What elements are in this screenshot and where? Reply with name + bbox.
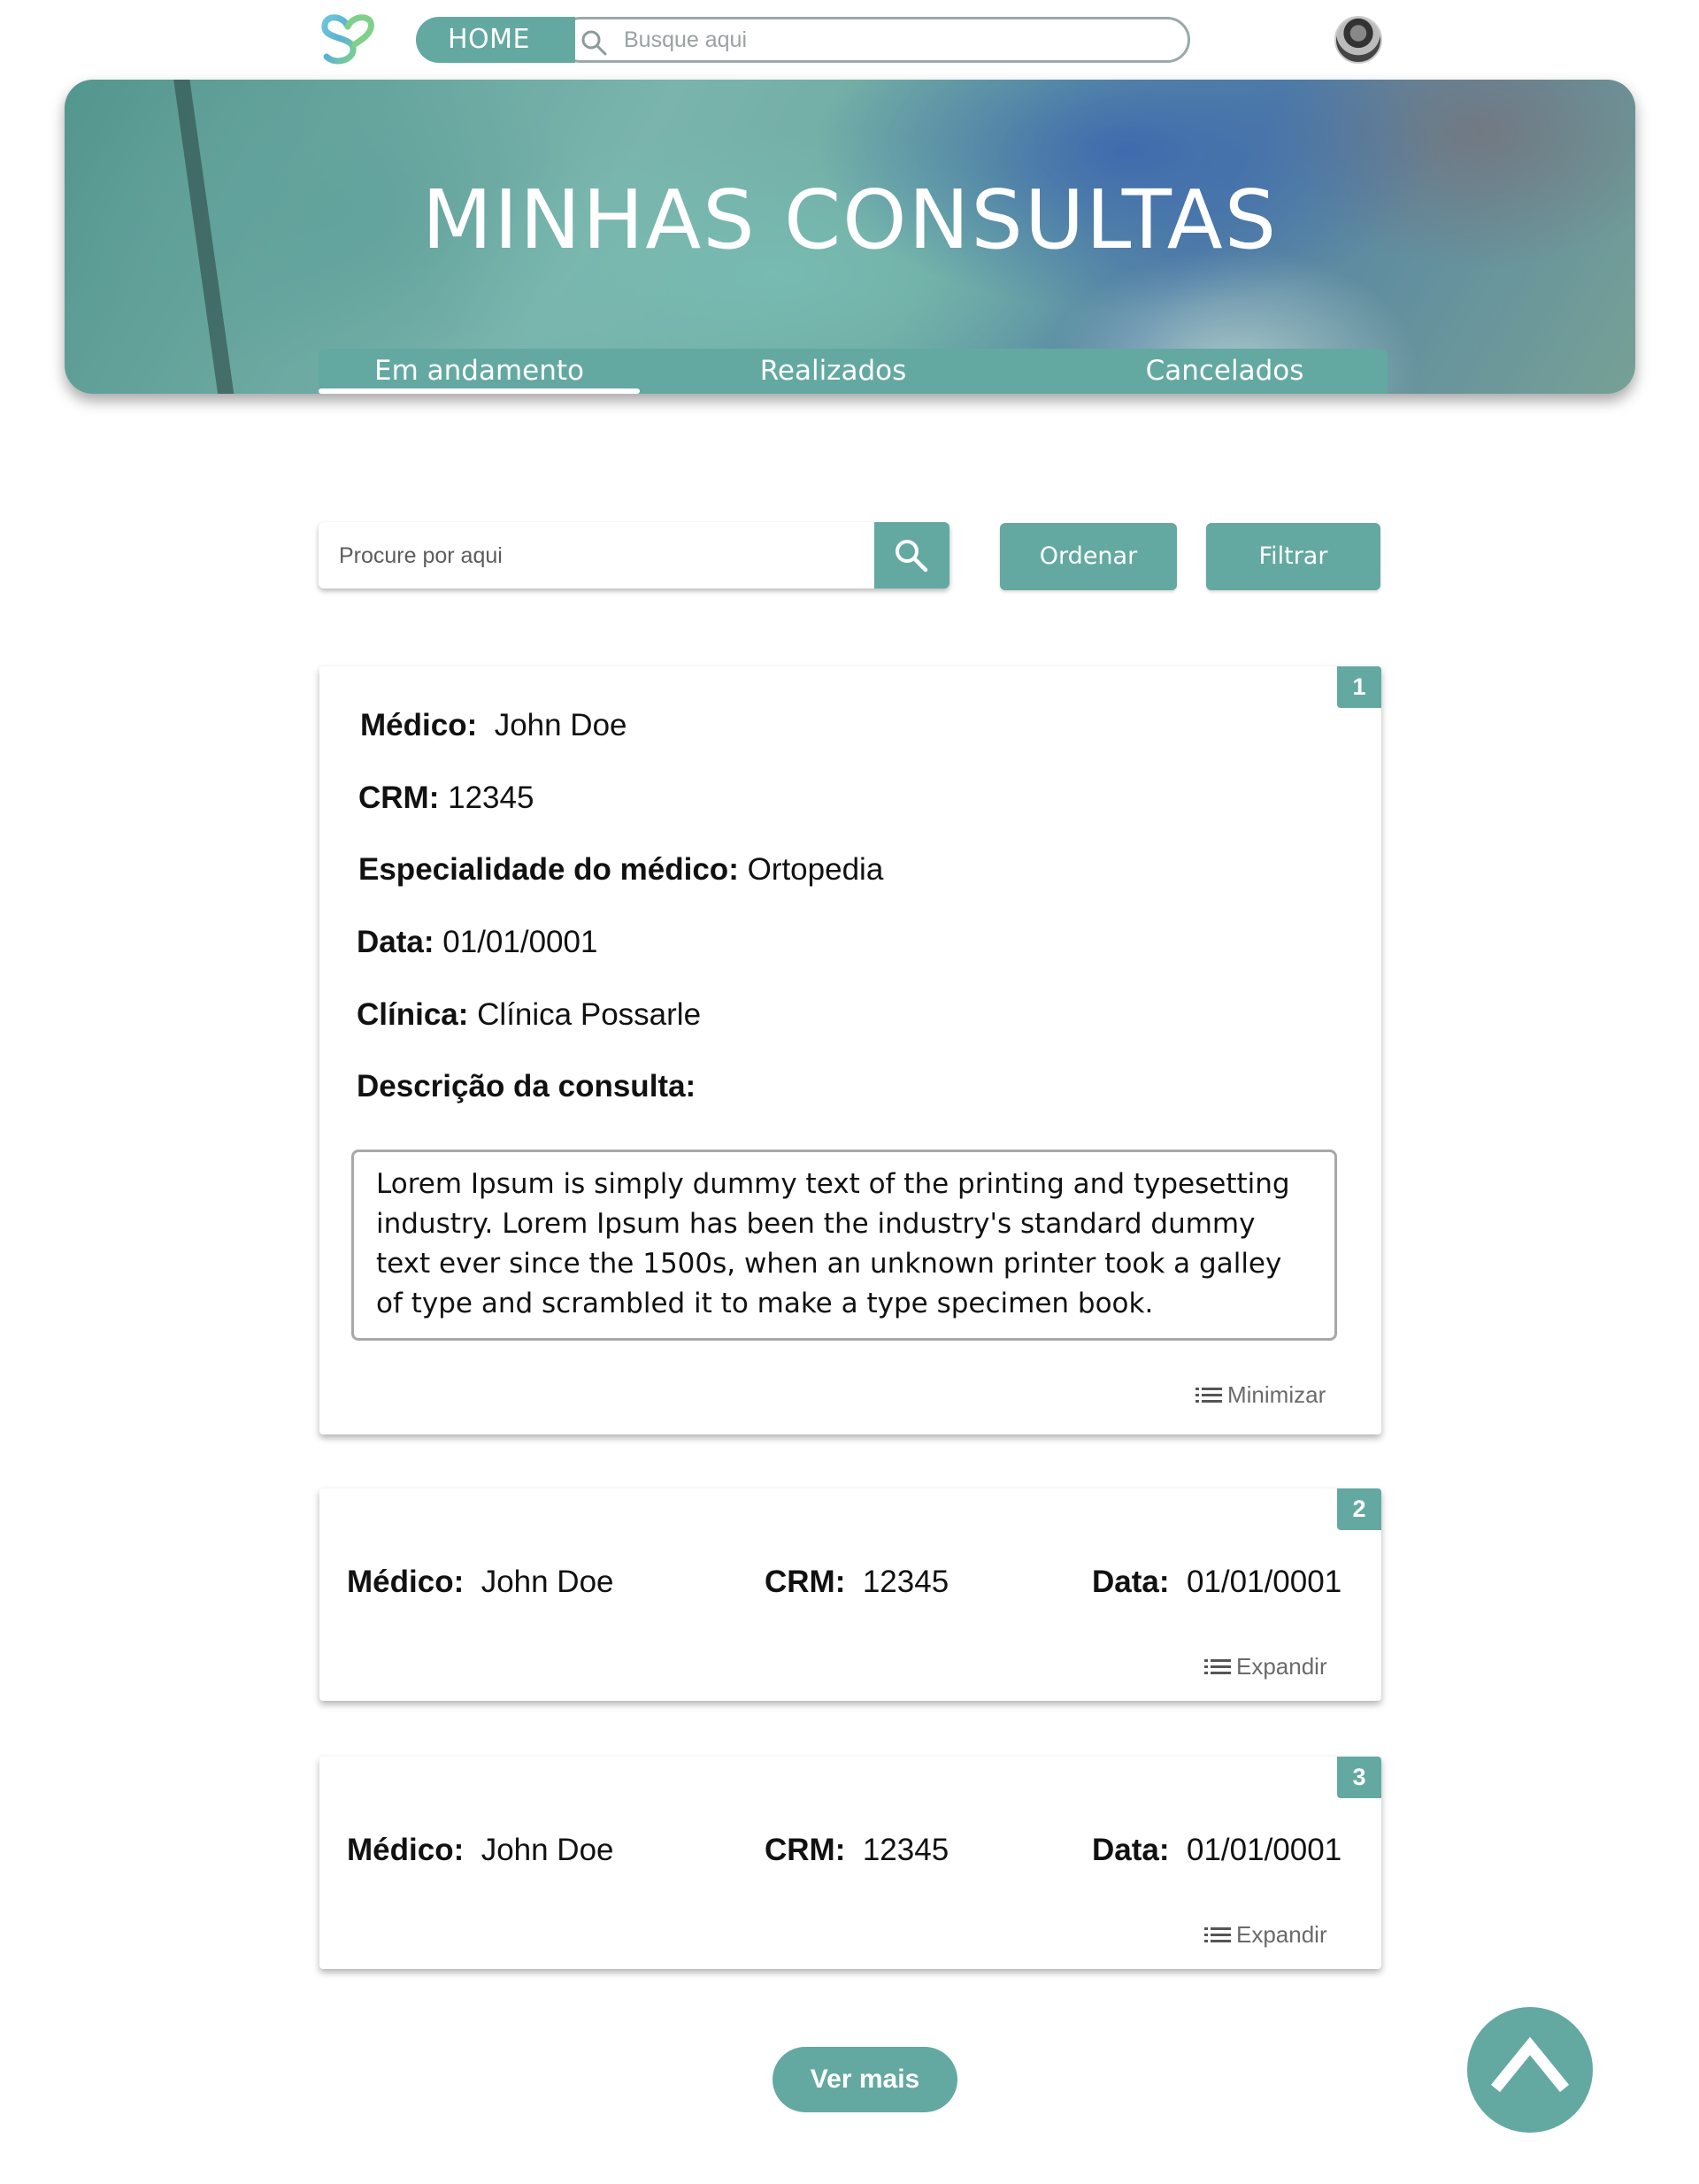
expand-label: Expandir bbox=[1236, 1921, 1327, 1948]
date-field: Data: 01/01/0001 bbox=[357, 925, 597, 960]
clinic-label: Clínica: bbox=[357, 997, 469, 1032]
consultation-card: 3 Médico: John Doe CRM: 12345 Data: 01/0… bbox=[319, 1757, 1381, 1969]
see-more-button[interactable]: Ver mais bbox=[773, 2047, 957, 2112]
list-icon bbox=[1204, 1658, 1231, 1674]
description-box: Lorem Ipsum is simply dummy text of the … bbox=[351, 1150, 1337, 1341]
doctor-label: Médico: bbox=[360, 708, 478, 742]
doctor-field: Médico: John Doe bbox=[347, 1833, 614, 1868]
top-search-input[interactable] bbox=[624, 27, 1155, 53]
date-value: 01/01/0001 bbox=[1186, 1565, 1342, 1599]
doctor-value: John Doe bbox=[480, 1565, 614, 1599]
tab-realizados[interactable]: Realizados bbox=[673, 349, 994, 394]
card-number-badge: 3 bbox=[1337, 1757, 1381, 1798]
specialty-value: Ortopedia bbox=[747, 852, 884, 887]
search-button[interactable] bbox=[874, 522, 949, 588]
search-icon bbox=[581, 30, 607, 56]
date-field: Data: 01/01/0001 bbox=[1092, 1833, 1342, 1868]
scroll-to-top-button[interactable] bbox=[1467, 2007, 1593, 2133]
doctor-value: John Doe bbox=[480, 1833, 614, 1867]
crm-label: CRM: bbox=[765, 1565, 846, 1599]
crm-label: CRM: bbox=[358, 781, 440, 815]
chevron-up-icon bbox=[1490, 2036, 1570, 2093]
logo-icon[interactable] bbox=[316, 7, 380, 71]
date-field: Data: 01/01/0001 bbox=[1092, 1565, 1342, 1600]
date-label: Data: bbox=[1092, 1565, 1170, 1599]
consultation-search-input[interactable] bbox=[339, 540, 852, 572]
doctor-label: Médico: bbox=[347, 1833, 465, 1867]
minimize-label: Minimizar bbox=[1227, 1381, 1326, 1408]
doctor-label: Médico: bbox=[347, 1565, 465, 1599]
consultation-card: 2 Médico: John Doe CRM: 12345 Data: 01/0… bbox=[319, 1488, 1381, 1701]
filter-button[interactable]: Filtrar bbox=[1206, 523, 1380, 590]
clinic-value: Clínica Possarle bbox=[477, 997, 702, 1032]
minimize-toggle[interactable]: Minimizar bbox=[1195, 1381, 1326, 1409]
hero-banner: MINHAS CONSULTAS Em andamento Realizados… bbox=[65, 80, 1635, 394]
specialty-field: Especialidade do médico: Ortopedia bbox=[358, 852, 883, 888]
date-value: 01/01/0001 bbox=[1186, 1833, 1342, 1867]
date-value: 01/01/0001 bbox=[442, 925, 598, 959]
list-icon bbox=[1204, 1926, 1231, 1942]
specialty-label: Especialidade do médico: bbox=[358, 852, 739, 887]
card-number-badge: 1 bbox=[1337, 666, 1381, 708]
consultation-search bbox=[319, 522, 949, 588]
top-search-bar[interactable] bbox=[557, 17, 1190, 63]
crm-field: CRM: 12345 bbox=[765, 1833, 949, 1868]
crm-value: 12345 bbox=[862, 1833, 949, 1867]
crm-value: 12345 bbox=[862, 1565, 949, 1599]
expand-label: Expandir bbox=[1236, 1653, 1327, 1680]
clinic-field: Clínica: Clínica Possarle bbox=[357, 997, 701, 1033]
home-button[interactable]: HOME bbox=[416, 17, 575, 63]
order-button[interactable]: Ordenar bbox=[1000, 523, 1177, 590]
description-label: Descrição da consulta: bbox=[357, 1069, 696, 1104]
expand-toggle[interactable]: Expandir bbox=[1204, 1653, 1327, 1680]
doctor-field: Médico: John Doe bbox=[347, 1565, 614, 1600]
search-icon bbox=[896, 540, 928, 573]
expand-toggle[interactable]: Expandir bbox=[1204, 1921, 1327, 1949]
doctor-value: John Doe bbox=[494, 708, 627, 742]
crm-field: CRM: 12345 bbox=[358, 781, 534, 816]
crm-label: CRM: bbox=[765, 1833, 846, 1867]
date-label: Data: bbox=[1092, 1833, 1170, 1867]
description-heading: Descrição da consulta: bbox=[357, 1069, 696, 1104]
status-tabs: Em andamento Realizados Cancelados bbox=[319, 349, 1388, 394]
tab-em-andamento[interactable]: Em andamento bbox=[319, 349, 640, 394]
card-number-badge: 2 bbox=[1337, 1488, 1381, 1530]
crm-value: 12345 bbox=[448, 781, 534, 815]
doctor-field: Médico: John Doe bbox=[360, 708, 627, 743]
top-navbar: HOME bbox=[416, 17, 1190, 63]
tab-cancelados[interactable]: Cancelados bbox=[1062, 349, 1388, 394]
date-label: Data: bbox=[357, 925, 434, 959]
list-icon bbox=[1195, 1387, 1222, 1403]
consultation-card: 1 Médico: John Doe CRM: 12345 Especialid… bbox=[319, 666, 1381, 1434]
crm-field: CRM: 12345 bbox=[765, 1565, 949, 1600]
avatar[interactable] bbox=[1334, 16, 1382, 64]
page-title: MINHAS CONSULTAS bbox=[421, 173, 1279, 267]
